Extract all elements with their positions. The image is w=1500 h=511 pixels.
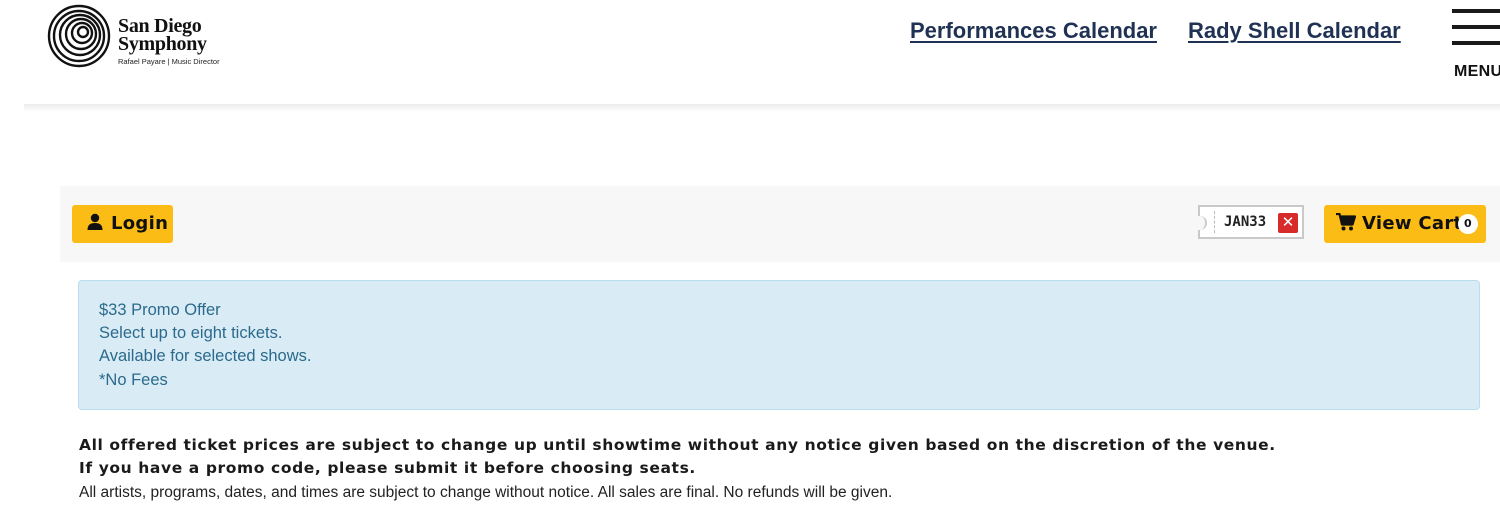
promo-code-notice: If you have a promo code, please submit … xyxy=(79,459,696,477)
view-cart-label: View Cart xyxy=(1362,213,1463,234)
logo-subtitle: Rafael Payare | Music Director xyxy=(118,57,220,66)
login-button[interactable]: Login xyxy=(72,205,173,243)
nav-performances-calendar[interactable]: Performances Calendar xyxy=(910,18,1157,44)
promo-offer-title: $33 Promo Offer xyxy=(99,301,221,319)
ticket-toolbar: Login JAN33 ✕ View Cart 0 xyxy=(60,186,1500,262)
view-cart-button[interactable]: View Cart 0 xyxy=(1324,205,1486,243)
logo-name-line2: Symphony xyxy=(118,33,207,55)
ticket-perforation xyxy=(1214,211,1215,233)
promo-offer-line: *No Fees xyxy=(99,371,168,389)
promo-offer-line: Available for selected shows. xyxy=(99,347,312,365)
promo-code-text: JAN33 xyxy=(1224,214,1267,230)
hamburger-icon[interactable] xyxy=(1452,9,1500,49)
header-shadow xyxy=(24,104,1500,112)
site-logo[interactable]: San Diego Symphony Rafael Payare | Music… xyxy=(46,3,246,69)
promo-offer-alert: $33 Promo Offer Select up to eight ticke… xyxy=(78,280,1480,410)
user-icon xyxy=(87,213,103,230)
login-label: Login xyxy=(111,213,169,234)
menu-label[interactable]: MENU xyxy=(1454,63,1500,81)
cart-icon xyxy=(1336,213,1356,231)
nav-rady-shell-calendar[interactable]: Rady Shell Calendar xyxy=(1188,18,1401,44)
remove-promo-close-icon[interactable]: ✕ xyxy=(1278,213,1298,233)
applied-promo-code: JAN33 ✕ xyxy=(1198,205,1304,239)
price-change-notice: All offered ticket prices are subject to… xyxy=(79,436,1276,454)
cart-count-badge: 0 xyxy=(1458,214,1478,234)
site-header: San Diego Symphony Rafael Payare | Music… xyxy=(0,0,1500,107)
ticket-notch xyxy=(1198,216,1207,230)
promo-offer-line: Select up to eight tickets. xyxy=(99,324,283,342)
sales-final-notice: All artists, programs, dates, and times … xyxy=(79,484,893,501)
logo-mark-icon xyxy=(47,4,111,68)
